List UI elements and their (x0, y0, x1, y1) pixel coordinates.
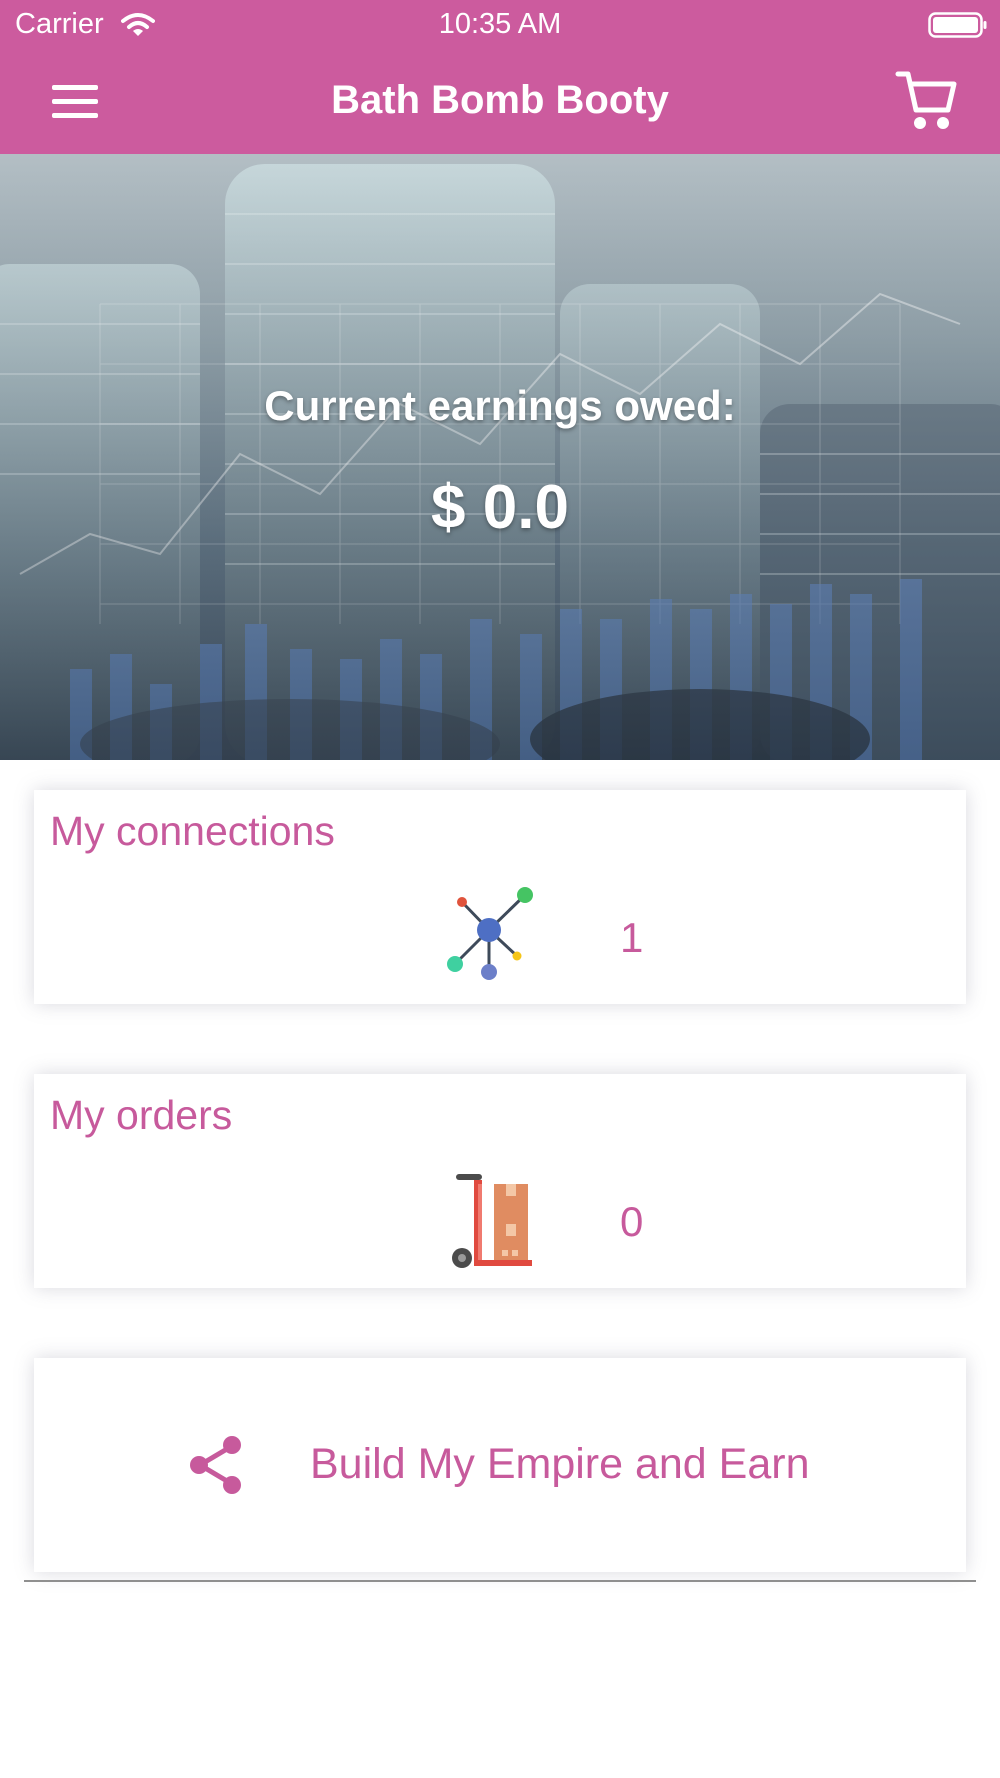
battery-icon (928, 12, 987, 38)
share-icon (190, 1436, 241, 1494)
status-bar: Carrier 10:35 AM (0, 0, 1000, 52)
shopping-cart-icon[interactable] (894, 68, 960, 134)
connections-count: 1 (620, 914, 644, 961)
earnings-banner: Current earnings owed: $ 0.0 (0, 154, 1000, 760)
earnings-amount: $ 0.0 (431, 473, 569, 542)
connections-title: My connections (50, 808, 335, 854)
hand-truck-boxes-icon (452, 1174, 532, 1268)
status-time: 10:35 AM (438, 8, 562, 40)
orders-title: My orders (50, 1092, 233, 1138)
app-header: Carrier 10:35 AM Bath Bomb Booty (0, 0, 1000, 154)
connections-card[interactable]: My connections 1 (34, 790, 966, 1004)
nav-bar: Bath Bomb Booty (0, 52, 1000, 154)
orders-count: 0 (620, 1198, 644, 1245)
page-title: Bath Bomb Booty (331, 78, 669, 122)
build-empire-label: Build My Empire and Earn (310, 1440, 810, 1488)
coins-chart-background-image (0, 154, 1000, 760)
network-icon (447, 887, 533, 980)
orders-card[interactable]: My orders 0 (34, 1074, 966, 1288)
build-empire-button[interactable]: Build My Empire and Earn (34, 1358, 966, 1572)
earnings-label: Current earnings owed: (264, 382, 736, 429)
divider (24, 1580, 976, 1582)
